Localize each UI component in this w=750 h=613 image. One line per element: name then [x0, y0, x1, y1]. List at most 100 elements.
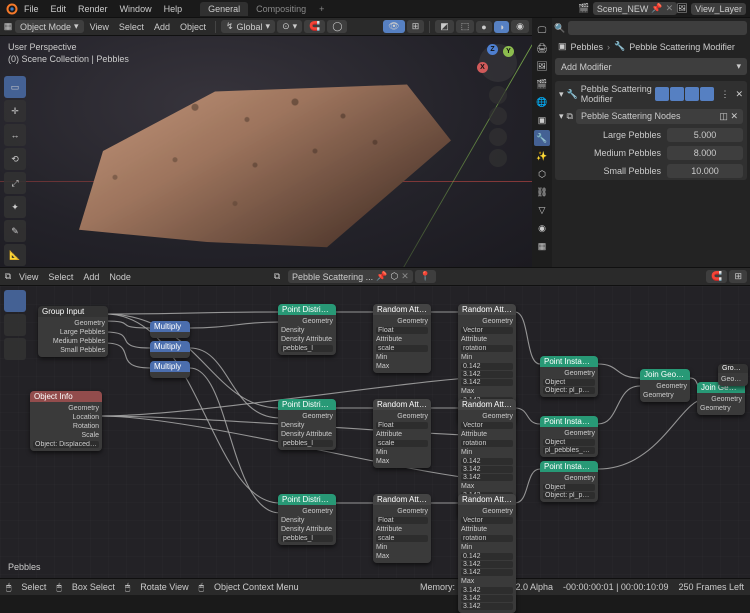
mod-display-viewport[interactable] — [670, 87, 684, 101]
node-math-multiply[interactable]: Multiply — [150, 361, 190, 378]
mod-display-render[interactable] — [700, 87, 714, 101]
crumb-modifier[interactable]: Pebble Scattering Modifier — [629, 42, 735, 52]
gizmo-x[interactable]: X — [477, 62, 488, 73]
tool-annotate[interactable]: ✎ — [4, 220, 26, 242]
overlay-toggle[interactable]: ⊞ — [407, 20, 425, 33]
node-canvas[interactable]: Group Input Geometry Large Pebbles Mediu… — [0, 286, 750, 578]
menu-file[interactable]: File — [18, 2, 45, 16]
props-tab-physics[interactable]: ⬡ — [534, 166, 550, 182]
close-icon[interactable]: ✕ — [735, 89, 743, 100]
snap-toggle[interactable]: 🧲 — [304, 20, 325, 33]
camera-gizmo[interactable] — [489, 128, 507, 146]
node-point-distribute[interactable]: Point Distribute GeometryDensityDensity … — [278, 494, 336, 545]
tool-move[interactable]: ↔ — [4, 124, 26, 146]
props-tab-particles[interactable]: ✨ — [534, 148, 550, 164]
zoom-gizmo[interactable] — [489, 86, 507, 104]
node-point-distribute[interactable]: Point Distribute GeometryDensityDensity … — [278, 304, 336, 355]
tool-rotate[interactable]: ⟲ — [4, 148, 26, 170]
tool-links-cut[interactable] — [4, 338, 26, 360]
tool-select[interactable]: ▭ — [4, 76, 26, 98]
props-tab-object[interactable]: ▣ — [534, 112, 550, 128]
orientation-selector[interactable]: ↯Global▾ — [221, 20, 275, 33]
xray-toggle[interactable]: ◩ — [435, 20, 454, 33]
props-tab-viewlayer[interactable]: 🖼 — [534, 58, 550, 74]
properties-search-input[interactable] — [568, 21, 747, 35]
props-tab-constraints[interactable]: ⛓ — [534, 184, 550, 200]
tool-annotate[interactable] — [4, 314, 26, 336]
workspace-add-button[interactable]: + — [314, 2, 329, 16]
node-join-geometry[interactable]: Join Geometry GeometryGeometry — [640, 369, 690, 402]
pivot-selector[interactable]: ⊙▾ — [277, 20, 302, 33]
menu-window[interactable]: Window — [114, 2, 158, 16]
viewlayer-selector[interactable]: View_Layer — [691, 3, 746, 15]
node-point-instance[interactable]: Point Instance GeometryObjectObject: pl_… — [540, 356, 598, 397]
unlink-icon[interactable]: ✕ — [730, 111, 738, 121]
modifier-name[interactable]: Pebble Scattering Modifier — [581, 84, 653, 104]
node-point-instance[interactable]: Point Instance GeometryObjectpl_pebbles_… — [540, 416, 598, 457]
node-random-attribute[interactable]: Random Attribute GeometryVectorAttribute… — [458, 494, 516, 613]
props-tab-modifiers[interactable]: 🔧 — [534, 130, 550, 146]
pan-gizmo[interactable] — [489, 107, 507, 125]
shading-wireframe[interactable]: ⬚ — [456, 20, 475, 33]
tool-measure[interactable]: 📐 — [4, 244, 26, 266]
editor-type-icon[interactable]: ▦ — [3, 22, 13, 32]
scene-selector[interactable]: Scene_NEW 📌 ✕ — [593, 2, 677, 15]
tool-select-box[interactable] — [4, 290, 26, 312]
shading-rendered[interactable]: ◉ — [511, 20, 529, 33]
node-menu-view[interactable]: View — [15, 271, 42, 283]
node-group-output[interactable]: Group Output Geometry — [718, 364, 748, 386]
node-join-geometry[interactable]: Join Geometry GeometryGeometry — [697, 382, 745, 415]
node-random-attribute[interactable]: Random Attribute GeometryFloatAttributes… — [373, 494, 431, 563]
shading-solid[interactable]: ● — [476, 21, 491, 33]
3d-viewport[interactable]: User Perspective (0) Scene Collection | … — [0, 36, 532, 267]
nav-gizmo[interactable]: X Y Z — [479, 44, 517, 82]
persp-toggle[interactable] — [489, 149, 507, 167]
props-tab-material[interactable]: ◉ — [534, 220, 550, 236]
props-tab-world[interactable]: 🌐 — [534, 94, 550, 110]
node-math-multiply[interactable]: Multiply — [150, 321, 190, 338]
node-point-distribute[interactable]: Point Distribute GeometryDensityDensity … — [278, 399, 336, 450]
prop-value-input[interactable]: 10.000 — [667, 164, 743, 178]
props-tab-texture[interactable]: ▦ — [534, 238, 550, 254]
shield-icon[interactable]: ⬡ — [390, 271, 398, 282]
workspace-tab-compositing[interactable]: Compositing — [248, 2, 314, 16]
disclosure-toggle[interactable]: ▾ — [559, 111, 564, 122]
add-modifier-button[interactable]: Add Modifier ▾ — [555, 58, 747, 75]
pin-icon[interactable]: 📌 — [651, 3, 662, 14]
proportional-toggle[interactable]: ◯ — [327, 20, 347, 33]
pin-toggle[interactable]: 📍 — [415, 270, 436, 283]
workspace-tab-general[interactable]: General — [200, 2, 248, 16]
vp-menu-object[interactable]: Object — [176, 21, 210, 33]
tool-scale[interactable]: ⤢ — [4, 172, 26, 194]
gizmo-visibility[interactable]: 👁 — [383, 20, 404, 33]
props-tab-output[interactable]: 🖨 — [534, 40, 550, 56]
props-tab-scene[interactable]: 🎬 — [534, 76, 550, 92]
overlay-toggle[interactable]: ⊞ — [729, 270, 747, 283]
mod-display-editmode[interactable] — [685, 87, 699, 101]
editor-type-icon[interactable]: ⧉ — [3, 272, 13, 282]
node-point-instance[interactable]: Point Instance GeometryObjectObject: pl_… — [540, 461, 598, 502]
node-group-field[interactable]: Pebble Scattering Nodes ◫ ✕ — [576, 109, 743, 124]
vp-menu-add[interactable]: Add — [150, 21, 174, 33]
props-tab-data[interactable]: ▽ — [534, 202, 550, 218]
crumb-object[interactable]: Pebbles — [571, 42, 604, 52]
node-random-attribute[interactable]: Random Attribute GeometryFloatAttributes… — [373, 399, 431, 468]
nodetree-selector[interactable]: Pebble Scattering ... 📌 ⬡ ✕ — [288, 270, 413, 283]
menu-render[interactable]: Render — [72, 2, 114, 16]
node-math-multiply[interactable]: Multiply — [150, 341, 190, 358]
props-tab-render[interactable]: 🖵 — [534, 22, 550, 38]
close-icon[interactable]: ✕ — [401, 271, 409, 282]
node-menu-add[interactable]: Add — [79, 271, 103, 283]
vp-menu-select[interactable]: Select — [115, 21, 148, 33]
node-group-input[interactable]: Group Input Geometry Large Pebbles Mediu… — [38, 306, 108, 357]
disclosure-toggle[interactable]: ▾ — [559, 89, 564, 100]
node-menu-node[interactable]: Node — [105, 271, 135, 283]
tool-transform[interactable]: ✦ — [4, 196, 26, 218]
prop-value-input[interactable]: 5.000 — [667, 128, 743, 142]
node-object-info[interactable]: Object Info Geometry Location Rotation S… — [30, 391, 102, 451]
modifier-extras-icon[interactable]: ⋮ — [717, 89, 732, 100]
snap-toggle[interactable]: 🧲 — [706, 270, 727, 283]
gizmo-z[interactable]: Z — [487, 44, 498, 55]
tool-cursor[interactable]: ✛ — [4, 100, 26, 122]
pin-icon[interactable]: 📌 — [376, 271, 387, 282]
